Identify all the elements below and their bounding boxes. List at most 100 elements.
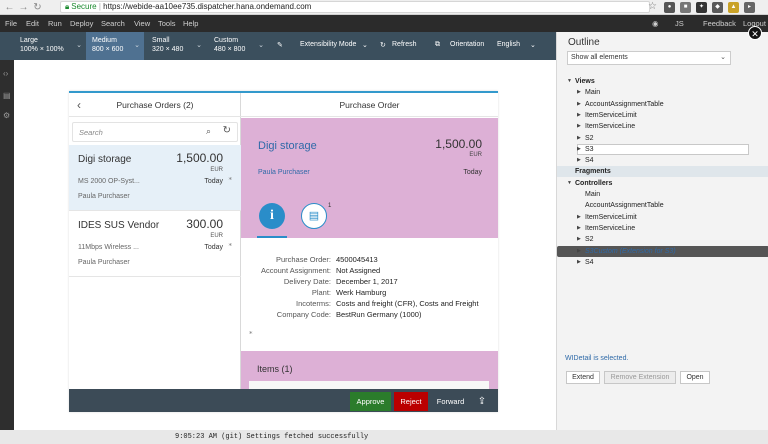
form-label: Delivery Date: <box>283 277 331 286</box>
expand-down-icon[interactable]: ▼ <box>567 178 572 189</box>
form-row: Purchase Order: 4500045413 <box>241 255 498 266</box>
menu-deploy[interactable]: Deploy <box>70 19 93 28</box>
forward-icon[interactable]: → <box>18 2 29 13</box>
device-small[interactable]: Small 320 × 480 ⌄ <box>146 32 206 60</box>
list-item[interactable]: Digi storage 1,500.00 EUR MS 2000 OP-Sys… <box>69 145 241 211</box>
close-icon[interactable]: ✕ <box>748 26 762 40</box>
language-select[interactable]: English <box>497 41 520 48</box>
tree-item[interactable]: ▶ S3Custom (Extension for S3) <box>557 245 768 257</box>
detail-footer: Approve Reject Forward ⇪ <box>241 389 498 412</box>
tree-item[interactable]: Main <box>557 189 768 200</box>
chevron-down-icon[interactable]: ⌄ <box>530 41 536 49</box>
expand-down-icon[interactable]: ▼ <box>567 76 572 87</box>
tree-item[interactable]: ▶ S4 <box>557 257 768 268</box>
expand-right-icon[interactable]: ▶ <box>577 110 581 121</box>
reload-icon[interactable]: ↻ <box>32 2 43 13</box>
open-button[interactable]: Open <box>680 371 710 384</box>
expand-right-icon[interactable]: ▶ <box>577 144 581 155</box>
search-field[interactable]: Search ⌕ ↻ <box>72 122 238 142</box>
device-medium[interactable]: Medium 800 × 600 ⌄ <box>86 32 144 60</box>
expand-right-icon[interactable]: ▶ <box>577 234 581 245</box>
tree-item[interactable]: ▶ Main <box>557 87 768 98</box>
object-owner[interactable]: Paula Purchaser <box>258 169 310 176</box>
folder-icon[interactable]: ▤ <box>3 92 11 100</box>
tree-item[interactable]: Fragments <box>557 166 768 178</box>
reject-button[interactable]: Reject <box>394 392 428 411</box>
orientation-button[interactable]: Orientation <box>450 41 484 48</box>
user-avatar-icon[interactable]: ◉ <box>652 19 659 28</box>
tree-item[interactable]: ▼ Views <box>557 76 768 87</box>
expand-right-icon[interactable]: ▶ <box>577 133 581 144</box>
tree-item[interactable]: ▶ AccountAssignmentTable <box>557 99 768 110</box>
back-icon[interactable]: ← <box>4 2 15 13</box>
magic-wand-icon[interactable]: ⁎ <box>229 174 233 182</box>
settings-icon[interactable]: ⚙ <box>3 112 11 120</box>
list-item[interactable]: IDES SUS Vendor 300.00 EUR 11Mbps Wirele… <box>69 211 241 277</box>
expand-right-icon[interactable]: ▶ <box>577 257 581 268</box>
tree-item[interactable]: ▶ S2 <box>557 234 768 245</box>
device-name: Custom <box>214 37 239 44</box>
extension-icon[interactable]: ▸ <box>744 2 755 13</box>
expand-right-icon[interactable]: ▶ <box>577 87 581 98</box>
search-icon[interactable]: ⌕ <box>206 126 211 137</box>
tree-item[interactable]: ▶ ItemServiceLine <box>557 223 768 234</box>
device-custom[interactable]: Custom 480 × 800 ⌄ <box>208 32 268 60</box>
menu-help[interactable]: Help <box>183 19 198 28</box>
magic-wand-icon[interactable]: ⁎ <box>249 328 253 336</box>
refresh-icon[interactable]: ↻ <box>223 125 231 136</box>
user-initials[interactable]: JS <box>675 19 684 28</box>
expand-right-icon[interactable]: ▶ <box>577 246 581 257</box>
expand-right-icon[interactable]: ▶ <box>577 212 581 223</box>
extension-icon[interactable]: ✦ <box>696 2 707 13</box>
tree-item[interactable]: AccountAssignmentTable <box>557 200 768 211</box>
form-value: December 1, 2017 <box>336 277 398 286</box>
expand-right-icon[interactable]: ▶ <box>577 223 581 234</box>
tree-item[interactable]: ▶ S3 <box>557 143 768 155</box>
tree-item[interactable]: ▶ ItemServiceLimit <box>557 212 768 223</box>
tab-info-icon[interactable]: i <box>259 203 285 229</box>
tree-item-label: AccountAssignmentTable <box>585 100 664 108</box>
tree-item-label: ItemServiceLimit <box>585 213 637 221</box>
approve-button[interactable]: Approve <box>350 392 391 411</box>
remove-extension-button[interactable]: Remove Extension <box>604 371 676 384</box>
expand-right-icon[interactable]: ▶ <box>577 99 581 110</box>
refresh-button[interactable]: Refresh <box>392 41 417 48</box>
address-bar[interactable]: 🔒︎ Secure | https://webide-aa10ee735.disp… <box>60 1 650 13</box>
extension-icon[interactable]: ◆ <box>712 2 723 13</box>
feedback-link[interactable]: Feedback <box>703 19 736 28</box>
code-icon[interactable]: ‹› <box>3 70 11 78</box>
magic-wand-icon[interactable]: ⁎ <box>229 240 233 248</box>
outline-filter-select[interactable]: Show all elements ⌄ <box>567 51 731 65</box>
detail-header: Purchase Order <box>241 93 498 117</box>
tree-item[interactable]: ▶ S4 <box>557 155 768 166</box>
chevron-down-icon[interactable]: ⌄ <box>362 41 368 49</box>
menu-edit[interactable]: Edit <box>26 19 39 28</box>
device-large[interactable]: Large 100% × 100% ⌄ <box>14 32 86 60</box>
tree-item[interactable]: ▶ ItemServiceLine <box>557 121 768 132</box>
share-icon[interactable]: ⇪ <box>475 392 489 411</box>
forward-button[interactable]: Forward <box>433 392 468 411</box>
tree-item[interactable]: ▼ Controllers <box>557 178 768 189</box>
tab-attachments-icon[interactable]: ▤ <box>301 203 327 229</box>
menu-search[interactable]: Search <box>101 19 125 28</box>
item-date: Today <box>204 178 223 185</box>
extension-icon[interactable]: ▲ <box>728 2 739 13</box>
menu-run[interactable]: Run <box>48 19 62 28</box>
expand-right-icon[interactable]: ▶ <box>577 121 581 132</box>
menu-file[interactable]: File <box>5 19 17 28</box>
tree-item-label: S4 <box>585 157 594 165</box>
detail-page: Purchase Order Digi storage 1,500.00 EUR… <box>241 93 498 412</box>
extend-button[interactable]: Extend <box>566 371 600 384</box>
extension-icon[interactable]: ■ <box>680 2 691 13</box>
menu-view[interactable]: View <box>134 19 150 28</box>
bookmark-star-icon[interactable]: ☆ <box>648 1 657 12</box>
pencil-icon[interactable]: ✎ <box>277 41 283 49</box>
extension-icon[interactable]: ● <box>664 2 675 13</box>
tree-item[interactable]: ▶ S2 <box>557 133 768 144</box>
refresh-icon[interactable]: ↻ <box>380 41 386 49</box>
orientation-icon[interactable]: ⧉ <box>435 41 440 49</box>
menu-tools[interactable]: Tools <box>158 19 176 28</box>
expand-right-icon[interactable]: ▶ <box>577 155 581 166</box>
tree-item[interactable]: ▶ ItemServiceLimit <box>557 110 768 121</box>
extensibility-mode-toggle[interactable]: Extensibility Mode <box>300 41 356 48</box>
